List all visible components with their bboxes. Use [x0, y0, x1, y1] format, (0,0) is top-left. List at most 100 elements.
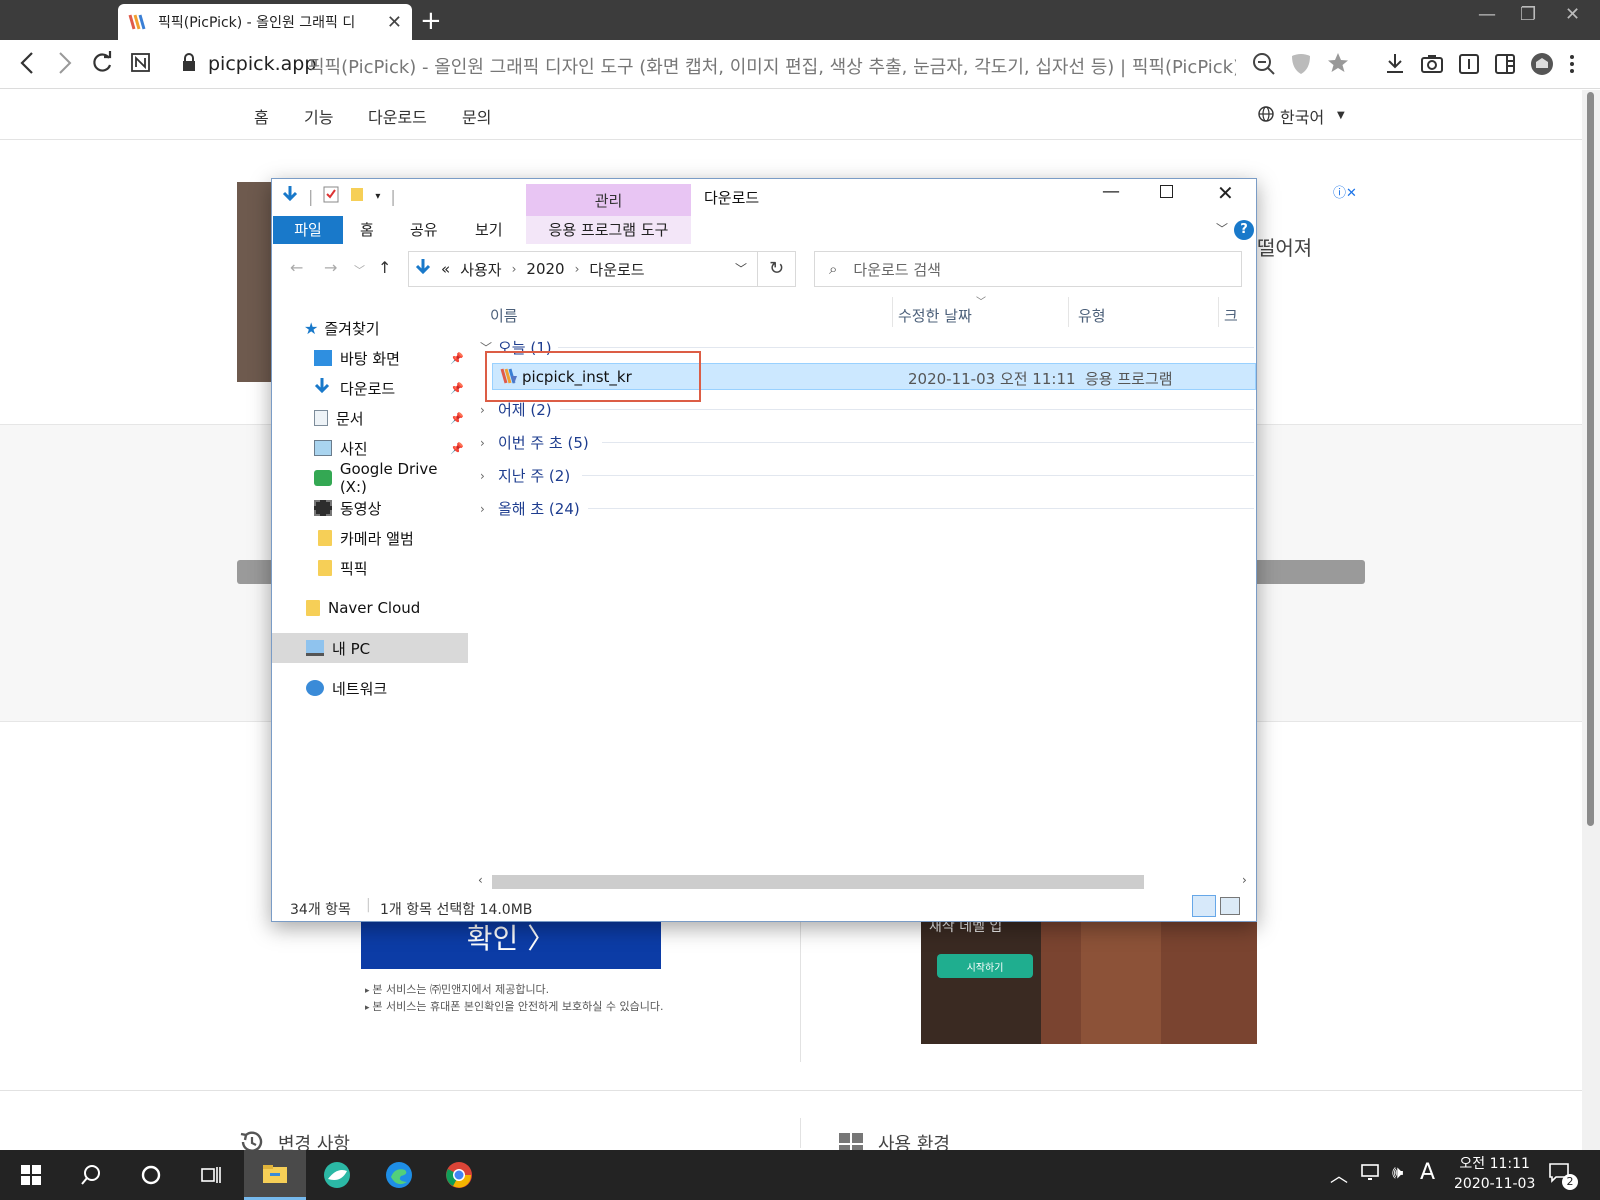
- browser-close-button[interactable]: ✕: [1565, 4, 1580, 25]
- screenshot-camera-icon[interactable]: [1420, 51, 1444, 83]
- breadcrumb-chevron-icon[interactable]: ›: [512, 262, 517, 276]
- column-divider[interactable]: [1068, 297, 1069, 327]
- manage-contextual-tab[interactable]: 관리: [526, 184, 691, 218]
- task-view-button[interactable]: [180, 1150, 242, 1200]
- scroll-left-icon[interactable]: ‹: [478, 873, 483, 887]
- column-header-modified[interactable]: 수정한 날짜: [898, 305, 972, 326]
- reload-icon[interactable]: [90, 50, 114, 84]
- column-header-name[interactable]: 이름: [490, 305, 518, 326]
- nav-documents[interactable]: 문서 📌: [272, 403, 468, 433]
- new-folder-icon[interactable]: [349, 185, 365, 207]
- new-tab-button[interactable]: +: [420, 6, 442, 36]
- taskbar-chrome[interactable]: [428, 1150, 490, 1200]
- search-taskbar-button[interactable]: [60, 1150, 122, 1200]
- breadcrumb-overflow[interactable]: «: [441, 260, 450, 278]
- pin-icon[interactable]: 📌: [450, 382, 464, 395]
- browser-minimize-button[interactable]: —: [1478, 4, 1496, 25]
- pin-icon[interactable]: 📌: [450, 442, 464, 455]
- ad-start-button[interactable]: 시작하기: [937, 954, 1033, 978]
- download-icon[interactable]: [1384, 51, 1406, 83]
- language-dropdown-icon[interactable]: ▼: [1337, 110, 1345, 121]
- address-dropdown-icon[interactable]: ﹀: [735, 260, 747, 277]
- large-icons-view-icon[interactable]: [1220, 897, 1240, 915]
- back-icon[interactable]: [18, 50, 38, 84]
- tab-file[interactable]: 파일: [273, 216, 343, 244]
- refresh-button[interactable]: ↻: [758, 251, 796, 287]
- nav-desktop[interactable]: 바탕 화면 📌: [272, 343, 468, 373]
- expand-ribbon-icon[interactable]: ﹀: [1216, 220, 1228, 237]
- explorer-close-button[interactable]: ✕: [1217, 181, 1234, 205]
- group-last-week[interactable]: › 지난 주 (2): [480, 465, 570, 486]
- taskbar-whale-browser[interactable]: [306, 1150, 368, 1200]
- bookmark-star-icon[interactable]: [1326, 51, 1350, 83]
- breadcrumb-users[interactable]: 사용자: [460, 259, 501, 280]
- recent-locations-icon[interactable]: ﹀: [354, 262, 365, 278]
- sidebar-icon[interactable]: [1494, 51, 1516, 83]
- nav-picpick-folder[interactable]: 픽픽: [272, 553, 468, 583]
- address-bar[interactable]: « 사용자 › 2020 › 다운로드: [408, 251, 758, 287]
- start-button[interactable]: [0, 1150, 62, 1200]
- forward-arrow-icon[interactable]: →: [324, 258, 337, 277]
- nav-videos[interactable]: 동영상: [272, 493, 468, 523]
- nav-features-link[interactable]: 기능: [304, 104, 333, 128]
- browser-restore-button[interactable]: ❐: [1520, 4, 1536, 25]
- url-page-title[interactable]: 픽픽(PicPick) - 올인원 그래픽 디자인 도구 (화면 캡처, 이미지…: [308, 53, 1236, 79]
- show-hidden-icons-icon[interactable]: ︿: [1330, 1162, 1348, 1188]
- naver-home-icon[interactable]: [130, 50, 152, 84]
- browser-tab[interactable]: 픽픽(PicPick) - 올인원 그래픽 디 ✕: [118, 4, 412, 40]
- back-arrow-icon[interactable]: ←: [290, 258, 303, 277]
- nav-google-drive[interactable]: Google Drive (X:): [272, 460, 468, 496]
- column-header-type[interactable]: 유형: [1078, 305, 1106, 326]
- nav-download-link[interactable]: 다운로드: [368, 104, 427, 128]
- horizontal-scrollbar[interactable]: ‹ ›: [472, 873, 1256, 891]
- breadcrumb-2020[interactable]: 2020: [526, 260, 564, 278]
- column-header-size[interactable]: 크: [1224, 305, 1238, 326]
- ime-indicator[interactable]: A: [1420, 1160, 1435, 1185]
- left-ad-image[interactable]: [237, 182, 271, 382]
- details-view-icon[interactable]: [1192, 895, 1216, 917]
- nav-downloads[interactable]: 다운로드 📌: [272, 373, 468, 403]
- nav-this-pc[interactable]: 내 PC: [272, 633, 468, 663]
- help-icon[interactable]: ?: [1234, 220, 1254, 240]
- network-tray-icon[interactable]: [1360, 1162, 1382, 1187]
- explorer-minimize-button[interactable]: —: [1102, 181, 1120, 202]
- ad-info-icon[interactable]: ⓘ✕: [1333, 182, 1357, 201]
- group-yesterday[interactable]: › 어제 (2): [480, 399, 552, 420]
- group-earlier-this-year[interactable]: › 올해 초 (24): [480, 498, 580, 519]
- pin-icon[interactable]: 📌: [450, 412, 464, 425]
- scroll-right-icon[interactable]: ›: [1242, 873, 1247, 887]
- nav-contact-link[interactable]: 문의: [462, 104, 491, 128]
- download-folder-icon[interactable]: [282, 185, 298, 207]
- customize-qat-icon[interactable]: ▾: [375, 191, 380, 202]
- page-scrollbar-thumb[interactable]: [1587, 92, 1594, 826]
- shield-icon[interactable]: [1290, 51, 1312, 83]
- up-arrow-icon[interactable]: ↑: [378, 258, 391, 277]
- nav-network[interactable]: 네트워크: [272, 673, 468, 703]
- profile-avatar-icon[interactable]: [1530, 51, 1554, 83]
- reader-mode-icon[interactable]: [1458, 51, 1480, 83]
- column-divider[interactable]: [892, 297, 893, 327]
- nav-naver-cloud[interactable]: Naver Cloud: [272, 593, 468, 623]
- horizontal-scrollbar-thumb[interactable]: [492, 875, 1144, 889]
- forward-icon[interactable]: [54, 50, 74, 84]
- page-scrollbar[interactable]: [1582, 90, 1600, 1150]
- tab-close-icon[interactable]: ✕: [387, 12, 402, 33]
- clock[interactable]: 오전 11:11 2020-11-03: [1454, 1154, 1535, 1194]
- nav-home-link[interactable]: 홈: [254, 104, 269, 128]
- properties-icon[interactable]: [323, 185, 339, 207]
- taskbar-file-explorer[interactable]: [244, 1150, 306, 1200]
- tab-home[interactable]: 홈: [360, 216, 374, 244]
- nav-pictures[interactable]: 사진 📌: [272, 433, 468, 463]
- search-box[interactable]: ⌕ 다운로드 검색: [814, 251, 1242, 287]
- zoom-out-icon[interactable]: [1252, 51, 1276, 83]
- tab-share[interactable]: 공유: [410, 216, 438, 244]
- column-divider[interactable]: [1218, 297, 1219, 327]
- language-selector[interactable]: 한국어: [1280, 104, 1324, 128]
- taskbar-edge[interactable]: [368, 1150, 430, 1200]
- group-earlier-this-week[interactable]: › 이번 주 초 (5): [480, 432, 589, 453]
- breadcrumb-downloads[interactable]: 다운로드: [589, 259, 644, 280]
- breadcrumb-chevron-icon[interactable]: ›: [575, 262, 580, 276]
- explorer-maximize-button[interactable]: [1160, 185, 1173, 198]
- volume-icon[interactable]: 🕪: [1392, 1162, 1403, 1183]
- pin-icon[interactable]: 📌: [450, 352, 464, 365]
